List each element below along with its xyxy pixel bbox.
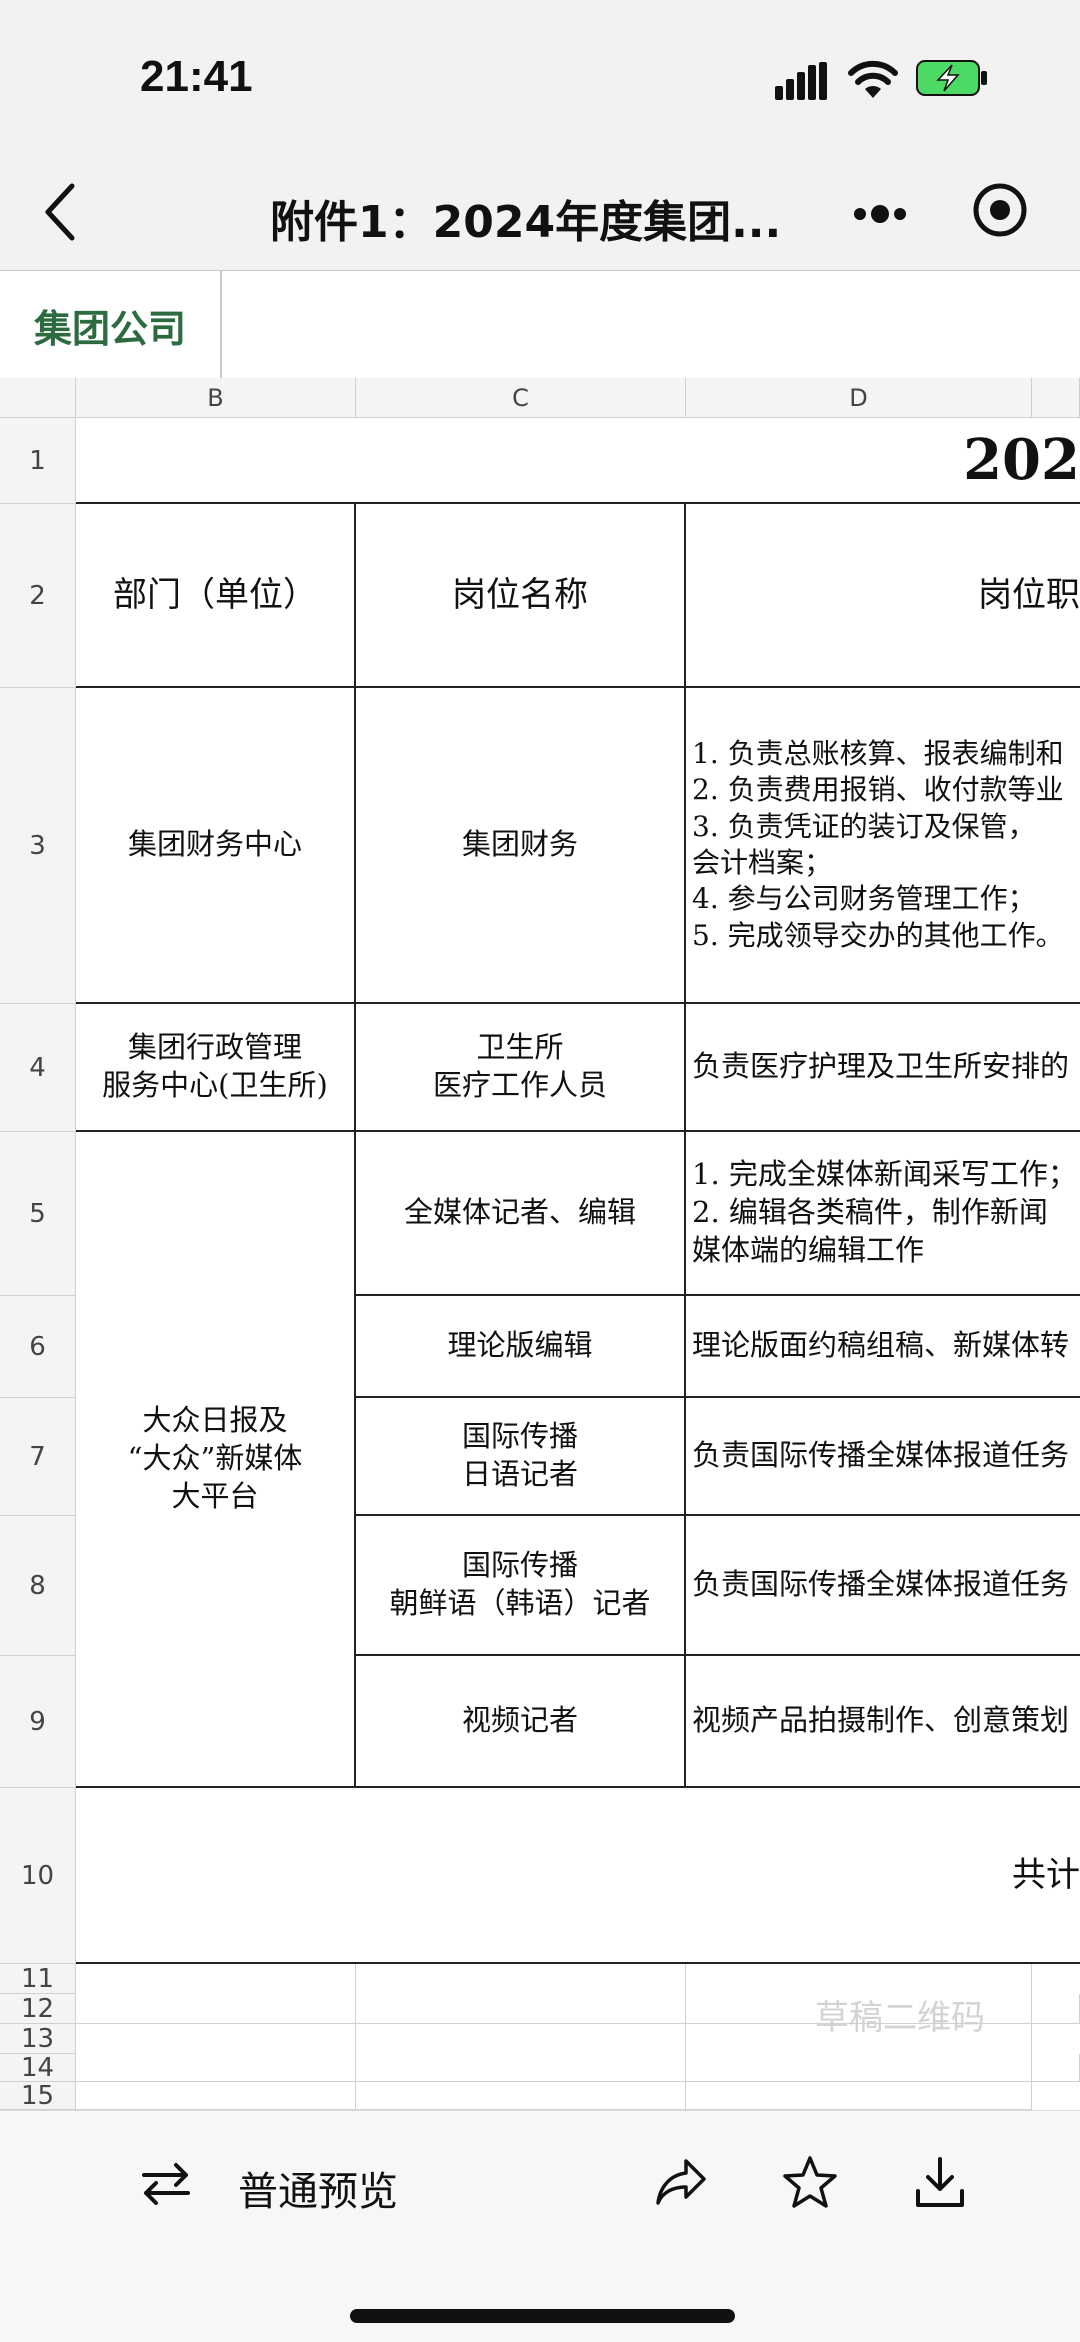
row-header-6[interactable]: 6 xyxy=(0,1296,76,1398)
cell-duty-korean-reporter[interactable]: 负责国际传播全媒体报道任务 xyxy=(686,1516,1080,1656)
nav-bar: 附件1：2024年度集团... xyxy=(0,160,1080,270)
row-header-11[interactable]: 11 xyxy=(0,1964,76,1994)
cell-duty-reporter-editor[interactable]: 1. 完成全媒体新闻采写工作； 2. 编辑各类稿件，制作新闻 媒体端的编辑工作 xyxy=(686,1132,1080,1296)
cell-header-dept[interactable]: 部门（单位） xyxy=(76,504,356,688)
more-options-icon[interactable] xyxy=(850,196,910,232)
cellular-signal-icon xyxy=(775,62,827,100)
row-header-3[interactable]: 3 xyxy=(0,688,76,1004)
cell-post-clinic[interactable]: 卫生所 医疗工作人员 xyxy=(356,1004,686,1132)
row-header-4[interactable]: 4 xyxy=(0,1004,76,1132)
cell-duty-japanese-reporter[interactable]: 负责国际传播全媒体报道任务 xyxy=(686,1398,1080,1516)
cell-duty-finance[interactable]: 1. 负责总账核算、报表编制和 2. 负责费用报销、收付款等业 3. 负责凭证的… xyxy=(686,688,1080,1004)
row-header-2[interactable]: 2 xyxy=(0,504,76,688)
row-header-5[interactable]: 5 xyxy=(0,1132,76,1296)
sheet-tab-group-company[interactable]: 集团公司 xyxy=(0,271,222,379)
cell-dept-finance[interactable]: 集团财务中心 xyxy=(76,688,356,1004)
cell-post-japanese-reporter[interactable]: 国际传播 日语记者 xyxy=(356,1398,686,1516)
wifi-icon xyxy=(848,60,898,98)
row-header-8[interactable]: 8 xyxy=(0,1516,76,1656)
spreadsheet-grid[interactable]: B C D 1 2 3 4 5 6 7 8 9 10 11 12 13 14 1… xyxy=(0,378,1080,2110)
close-miniprogram-icon[interactable] xyxy=(972,182,1028,238)
cell-title[interactable]: 202 xyxy=(76,418,1080,504)
row-header-10[interactable]: 10 xyxy=(0,1788,76,1964)
cell-post-reporter-editor[interactable]: 全媒体记者、编辑 xyxy=(356,1132,686,1296)
page-title: 附件1：2024年度集团... xyxy=(270,197,782,248)
cell-duty-theory-editor[interactable]: 理论版面约稿组稿、新媒体转 xyxy=(686,1296,1080,1398)
column-header-b[interactable]: B xyxy=(76,378,356,418)
empty-cells-b[interactable] xyxy=(76,1964,356,2110)
sheet-tab-bar: 集团公司 xyxy=(0,270,1080,380)
row-header-14[interactable]: 14 xyxy=(0,2053,76,2083)
row-header-13[interactable]: 13 xyxy=(0,2024,76,2054)
row-header-15[interactable]: 15 xyxy=(0,2081,76,2110)
cell-post-korean-reporter[interactable]: 国际传播 朝鲜语（韩语）记者 xyxy=(356,1516,686,1656)
column-header-e[interactable] xyxy=(1032,378,1080,418)
star-icon[interactable] xyxy=(782,2155,838,2209)
grid-corner xyxy=(0,378,76,418)
normal-preview-button[interactable]: 普通预览 xyxy=(238,2159,398,2217)
status-time: 21:41 xyxy=(140,52,253,101)
empty-row-14[interactable] xyxy=(76,2054,1080,2082)
cell-dept-admin[interactable]: 集团行政管理 服务中心(卫生所) xyxy=(76,1004,356,1132)
battery-charging-icon xyxy=(916,60,987,96)
switch-arrows-icon[interactable] xyxy=(140,2161,192,2205)
cell-duty-clinic[interactable]: 负责医疗护理及卫生所安排的 xyxy=(686,1004,1080,1132)
row-header-12[interactable]: 12 xyxy=(0,1994,76,2024)
back-chevron-icon[interactable] xyxy=(40,180,80,244)
share-icon[interactable] xyxy=(654,2157,708,2207)
cell-post-finance[interactable]: 集团财务 xyxy=(356,688,686,1004)
watermark: 草稿二维码 xyxy=(815,1998,985,2038)
row-header-7[interactable]: 7 xyxy=(0,1398,76,1516)
column-header-d[interactable]: D xyxy=(686,378,1032,418)
status-bar: 21:41 xyxy=(0,0,1080,150)
cell-total[interactable]: 共计 xyxy=(76,1788,1080,1964)
bottom-toolbar: 普通预览 xyxy=(0,2110,1080,2342)
download-icon[interactable] xyxy=(914,2155,966,2209)
cell-dept-dazhong[interactable]: 大众日报及 “大众”新媒体 大平台 xyxy=(76,1132,356,1788)
column-header-c[interactable]: C xyxy=(356,378,686,418)
cell-post-theory-editor[interactable]: 理论版编辑 xyxy=(356,1296,686,1398)
row-header-1[interactable]: 1 xyxy=(0,418,76,504)
empty-cells-c[interactable] xyxy=(356,1964,686,2110)
cell-header-post[interactable]: 岗位名称 xyxy=(356,504,686,688)
cell-duty-video-reporter[interactable]: 视频产品拍摄制作、创意策划 xyxy=(686,1656,1080,1788)
cell-header-duty[interactable]: 岗位职 xyxy=(686,504,1080,688)
row-header-9[interactable]: 9 xyxy=(0,1656,76,1788)
home-indicator[interactable] xyxy=(350,2309,735,2323)
cell-post-video-reporter[interactable]: 视频记者 xyxy=(356,1656,686,1788)
